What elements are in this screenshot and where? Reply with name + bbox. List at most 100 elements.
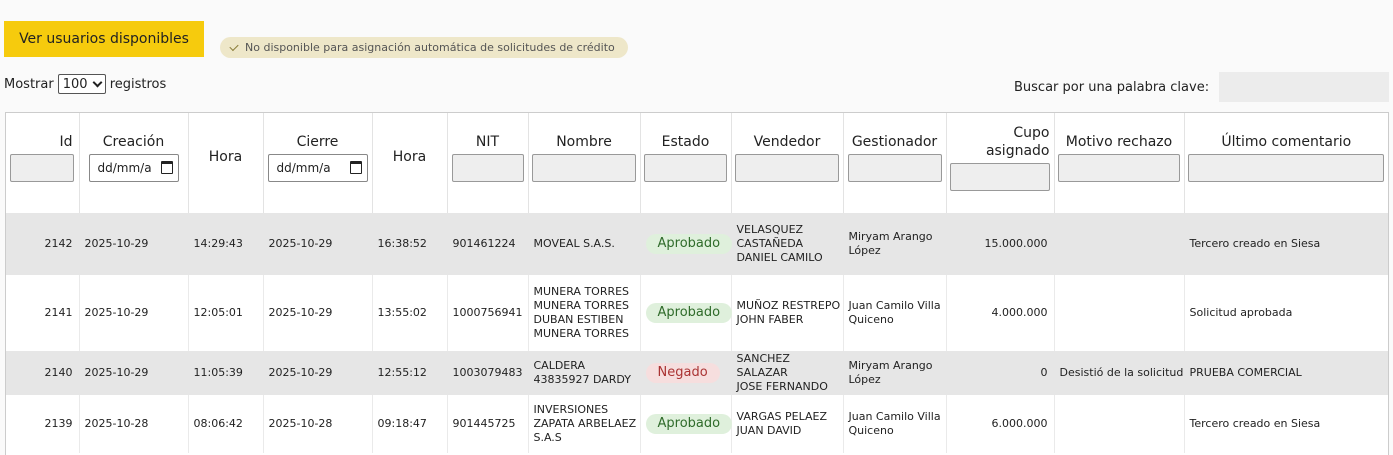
cell-line: VELASQUEZ xyxy=(736,223,804,236)
cell-cierre: 2025-10-29 xyxy=(263,275,373,351)
cell-nombre: CALDERA 43835927 DARDY xyxy=(528,351,641,395)
table-row[interactable]: 2141 2025-10-29 12:05:01 2025-10-29 13:55:02… xyxy=(6,275,1388,351)
filter-nombre-input[interactable] xyxy=(532,153,636,182)
filter-nit-input[interactable] xyxy=(451,153,524,182)
cell-hora: 11:05:39 xyxy=(188,351,264,395)
auto-assign-status-badge: No disponible para asignación automática… xyxy=(220,37,628,58)
col-nit[interactable]: NIT xyxy=(447,113,529,201)
cell-line: Miryam Arango xyxy=(848,359,933,372)
cell-line: 43835927 DARDY xyxy=(533,373,632,386)
status-badge: Aprobado xyxy=(645,303,733,323)
cell-line: López xyxy=(848,244,881,257)
filter-cupo-input[interactable] xyxy=(950,162,1050,191)
filter-cierre-date[interactable]: dd/mm/a xyxy=(267,153,368,182)
cell-vendedor: MUÑOZ RESTREPO JOHN FABER xyxy=(731,275,844,351)
page-length-suffix: registros xyxy=(109,76,167,92)
calendar-icon[interactable] xyxy=(349,161,362,174)
col-nombre-label: Nombre xyxy=(556,133,612,150)
cell-line: DANIEL CAMILO xyxy=(736,251,823,264)
col-hora-label: Hora xyxy=(208,149,243,165)
cell-line: JUAN DAVID xyxy=(736,424,802,437)
cell-id: 2140 xyxy=(6,351,80,395)
cell-id: 2139 xyxy=(6,395,80,453)
col-nombre[interactable]: Nombre xyxy=(528,113,641,201)
col-creacion-label: Creación xyxy=(102,133,165,150)
cell-line: SANCHEZ SALAZAR xyxy=(736,352,790,379)
status-badge: Aprobado xyxy=(645,414,733,434)
col-hora[interactable]: Hora xyxy=(188,113,264,201)
col-estado[interactable]: Estado xyxy=(640,113,732,201)
header-spacer xyxy=(6,201,1388,213)
cell-motivo xyxy=(1054,213,1185,275)
col-vendedor[interactable]: Vendedor xyxy=(731,113,844,201)
col-id[interactable]: Id xyxy=(6,113,80,201)
cell-comentario: PRUEBA COMERCIAL xyxy=(1184,351,1388,395)
col-motivo-label: Motivo rechazo xyxy=(1065,133,1173,150)
col-creacion[interactable]: Creación dd/mm/a xyxy=(79,113,189,201)
nit-link[interactable]: 1000756941 xyxy=(447,275,529,351)
cell-cierre: 2025-10-28 xyxy=(263,395,373,453)
calendar-icon[interactable] xyxy=(160,161,173,174)
cell-gestionador: Miryam Arango López xyxy=(843,213,947,275)
cell-comentario: Solicitud aprobada xyxy=(1189,306,1293,319)
col-vendedor-label: Vendedor xyxy=(753,133,821,150)
filter-estado-input[interactable] xyxy=(644,153,727,182)
filter-gestionador-input[interactable] xyxy=(847,153,942,182)
cell-estado: Aprobado xyxy=(640,395,733,453)
available-users-button[interactable]: Ver usuarios disponibles xyxy=(4,21,204,57)
filter-creacion-date[interactable]: dd/mm/a xyxy=(88,153,179,182)
table-row[interactable]: 2139 2025-10-28 08:06:42 2025-10-28 09:18:47… xyxy=(6,395,1388,453)
filter-id-input[interactable] xyxy=(10,153,75,182)
col-gestionador[interactable]: Gestionador xyxy=(843,113,947,201)
cell-gestionador: Juan Camilo Villa Quiceno xyxy=(843,275,947,351)
cell-hora-cierre: 13:55:02 xyxy=(372,275,448,351)
cell-line: MOVEAL S.A.S. xyxy=(533,237,615,250)
cell-line: S.A.S xyxy=(533,431,562,444)
status-badge: Negado xyxy=(645,363,720,383)
requests-table: Id Creación dd/mm/a Hora Cierre dd/mm/a … xyxy=(5,112,1389,455)
col-nit-label: NIT xyxy=(475,133,500,150)
filter-vendedor-input[interactable] xyxy=(735,153,839,182)
cell-line: Quiceno xyxy=(848,424,894,437)
cell-cupo: 0 xyxy=(946,351,1055,395)
cell-line: JOSE FERNANDO xyxy=(736,380,828,393)
cell-cupo: 4.000.000 xyxy=(946,275,1055,351)
col-motivo[interactable]: Motivo rechazo xyxy=(1054,113,1185,201)
cell-estado: Aprobado xyxy=(640,275,733,351)
filter-motivo-input[interactable] xyxy=(1058,153,1180,182)
col-cierre-label: Cierre xyxy=(296,133,339,150)
filter-comentario-input[interactable] xyxy=(1188,153,1385,182)
nit-link[interactable]: 901461224 xyxy=(447,213,529,275)
header-row: Id Creación dd/mm/a Hora Cierre dd/mm/a … xyxy=(6,113,1388,201)
page-length-select[interactable]: 100 xyxy=(57,74,106,94)
status-badge: Aprobado xyxy=(645,234,733,254)
cell-nombre: MOVEAL S.A.S. xyxy=(528,213,641,275)
cell-hora-cierre: 16:38:52 xyxy=(372,213,448,275)
col-cupo[interactable]: Cupo asignado xyxy=(946,113,1055,201)
cell-line: Juan Camilo Villa xyxy=(848,410,941,423)
cell-line: DUBAN ESTIBEN xyxy=(533,313,624,326)
search-input[interactable] xyxy=(1219,72,1389,102)
cell-creacion: 2025-10-29 xyxy=(79,213,189,275)
col-cupo-label-1: Cupo xyxy=(1013,124,1050,141)
cell-line: INVERSIONES xyxy=(533,403,609,416)
nit-link[interactable]: 901445725 xyxy=(447,395,529,453)
cell-line: MUNERA TORRES xyxy=(533,285,630,298)
table-row[interactable]: 2142 2025-10-29 14:29:43 2025-10-29 16:38:52… xyxy=(6,213,1388,275)
nit-link[interactable]: 1003079483 xyxy=(447,351,529,395)
col-comentario[interactable]: Último comentario xyxy=(1184,113,1388,201)
cell-line: Miryam Arango xyxy=(848,230,933,243)
cell-line: CASTAÑEDA xyxy=(736,237,804,250)
cell-hora-cierre: 09:18:47 xyxy=(372,395,448,453)
cell-id: 2141 xyxy=(6,275,80,351)
cell-nombre: MUNERA TORRES MUNERA TORRES DUBAN ESTIBEN M… xyxy=(528,275,641,351)
col-hora-cierre[interactable]: Hora xyxy=(372,113,448,201)
table-row[interactable]: 2140 2025-10-29 11:05:39 2025-10-29 12:55:12… xyxy=(6,351,1388,395)
cell-motivo: Desistió de la solicitud xyxy=(1054,351,1185,395)
cell-cierre: 2025-10-29 xyxy=(263,213,373,275)
col-cierre[interactable]: Cierre dd/mm/a xyxy=(263,113,373,201)
cell-line: MUNERA TORRES xyxy=(533,327,630,340)
cell-cupo: 15.000.000 xyxy=(946,213,1055,275)
cell-hora-cierre: 12:55:12 xyxy=(372,351,448,395)
cell-line: CALDERA xyxy=(533,359,585,372)
